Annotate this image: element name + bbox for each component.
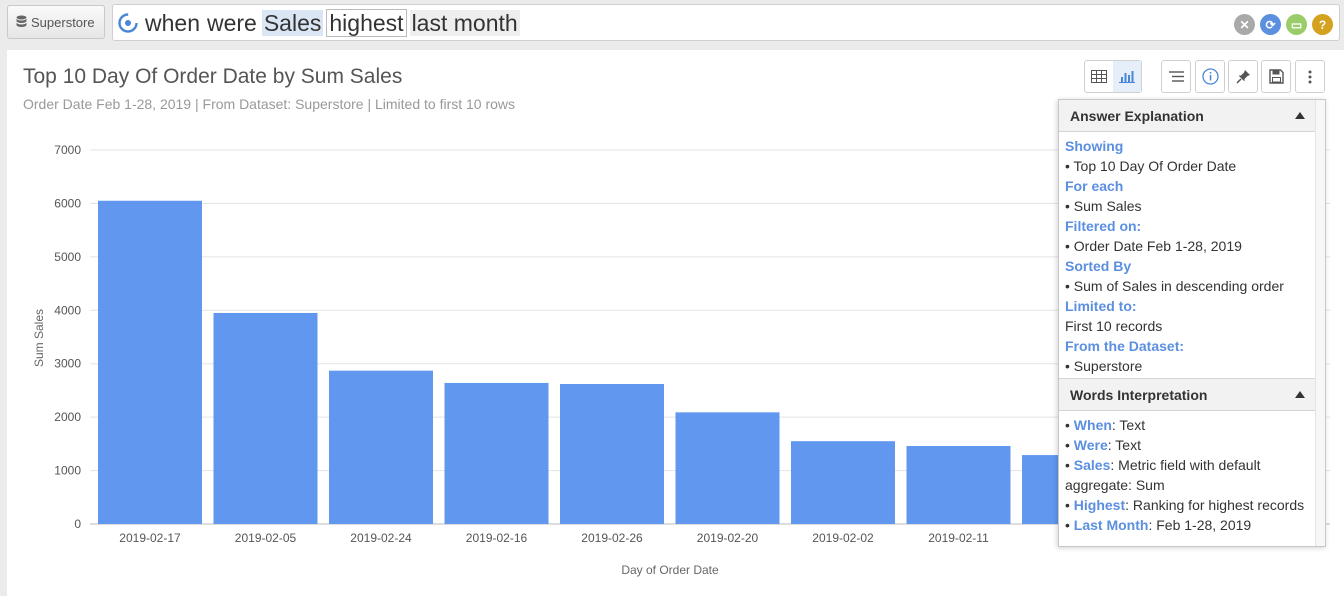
word-interpretation-item: • Highest: Ranking for highest records (1065, 497, 1305, 513)
answer-explanation-popup: Answer Explanation Showing • Top 10 Day O… (1058, 99, 1326, 547)
word-interpretation-item: • Sales: Metric field with default aggre… (1065, 457, 1261, 493)
word-interpretation-item: • Last Month: Feb 1-28, 2019 (1065, 517, 1252, 533)
y-tick-label: 7000 (54, 143, 81, 157)
explanation-line: • Top 10 Day Of Order Date (1065, 158, 1237, 174)
bar[interactable] (560, 384, 664, 524)
y-tick-label: 4000 (54, 303, 81, 317)
keyword: Last Month (1073, 517, 1149, 533)
bar[interactable] (213, 312, 318, 524)
explanation-line: First 10 records (1065, 318, 1163, 334)
words-interpretation-title: Words Interpretation (1070, 386, 1208, 403)
x-tick-label: 2019-02-24 (350, 531, 412, 545)
explanation-section-label: Sorted By (1065, 258, 1132, 274)
answer-explanation-body: Showing • Top 10 Day Of Order Date For eac… (1059, 132, 1315, 378)
explanation-section-label: From the Dataset: (1065, 338, 1185, 354)
explanation-line: • Sum Sales (1065, 198, 1142, 214)
answer-explanation-title: Answer Explanation (1070, 107, 1204, 124)
explanation-section-label: Filtered on: (1065, 218, 1142, 234)
y-tick-label: 1000 (54, 464, 81, 478)
words-interpretation-body: • When: Text • Were: Text • Sales: Metric … (1059, 411, 1315, 537)
answer-explanation-header[interactable]: Answer Explanation (1059, 100, 1315, 132)
bar[interactable] (675, 412, 780, 524)
keyword: Were (1073, 437, 1108, 453)
bar[interactable] (791, 441, 895, 524)
y-tick-label: 0 (74, 517, 81, 531)
x-axis-label: Day of Order Date (621, 563, 719, 577)
y-tick-label: 5000 (54, 250, 81, 264)
bar[interactable] (444, 382, 549, 524)
collapse-caret-icon[interactable] (1295, 391, 1305, 398)
x-tick-label: 2019-02-05 (235, 531, 297, 545)
explanation-section-label: Limited to: (1065, 298, 1137, 314)
x-tick-label: 2019-02-26 (581, 531, 643, 545)
x-tick-label: 2019-02-17 (119, 531, 181, 545)
y-tick-label: 3000 (54, 357, 81, 371)
y-tick-label: 6000 (54, 196, 81, 210)
words-interpretation-header[interactable]: Words Interpretation (1059, 379, 1315, 411)
x-tick-label: 2019-02-16 (466, 531, 528, 545)
y-axis-label: Sum Sales (32, 309, 46, 367)
bar[interactable] (98, 200, 202, 524)
explanation-line: • Superstore (1065, 358, 1143, 374)
popup-scrollbar[interactable] (1315, 100, 1325, 546)
x-tick-label: 2019-02-02 (812, 531, 874, 545)
explanation-section-label: For each (1065, 178, 1124, 194)
explanation-section-label: Showing (1065, 138, 1124, 154)
bar[interactable] (329, 370, 433, 524)
x-tick-label: 2019-02-20 (697, 531, 759, 545)
keyword: When (1073, 417, 1112, 433)
word-interpretation-item: • Were: Text (1065, 437, 1141, 453)
keyword: Highest (1073, 497, 1126, 513)
y-tick-label: 2000 (54, 410, 81, 424)
bar[interactable] (906, 445, 1011, 524)
explanation-line: • Order Date Feb 1-28, 2019 (1065, 238, 1242, 254)
word-interpretation-item: • When: Text (1065, 417, 1146, 433)
collapse-caret-icon[interactable] (1295, 112, 1305, 119)
explanation-line: • Sum of Sales in descending order (1065, 278, 1284, 294)
keyword: Sales (1073, 457, 1111, 473)
x-tick-label: 2019-02-11 (928, 531, 989, 545)
